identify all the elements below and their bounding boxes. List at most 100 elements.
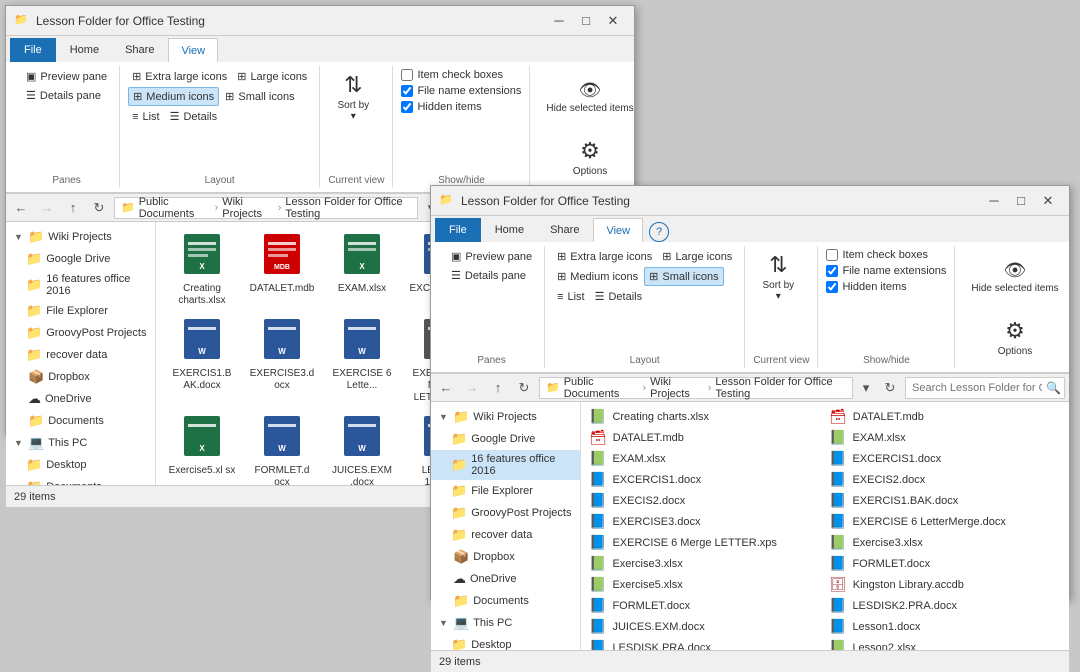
sort-by-btn-1[interactable]: ⇅ Sort by ▾	[328, 68, 378, 126]
nav-groovy-2[interactable]: 📁 GroovyPost Projects	[431, 502, 580, 524]
list-item-exercis1bak-r[interactable]: 📘 EXERCIS1.BAK.docx	[825, 490, 1065, 511]
file-exercise6[interactable]: W EXERCISE 6 Lette...	[324, 315, 400, 408]
hidden-items-checkbox-1[interactable]	[401, 101, 413, 113]
list-btn-2[interactable]: ≡ List	[553, 289, 589, 305]
list-item-exercise3xlsx[interactable]: 📗 Exercise3.xlsx	[585, 553, 825, 574]
list-item-exercise6letter-r[interactable]: 📘 EXERCISE 6 LetterMerge.docx	[825, 511, 1065, 532]
large-icons-btn-2[interactable]: ⊞ Large icons	[658, 248, 736, 265]
options-btn-2[interactable]: ⚙ Options	[963, 308, 1066, 366]
forward-btn-2[interactable]: →	[461, 377, 483, 399]
preview-pane-btn-2[interactable]: ▣ Preview pane	[447, 248, 536, 265]
item-check-boxes-2[interactable]: Item check boxes	[826, 248, 946, 262]
file-exam[interactable]: X EXAM.xlsx	[324, 230, 400, 311]
address-path-2[interactable]: 📁 Public Documents › Wiki Projects › Les…	[539, 377, 853, 399]
medium-icons-btn-2[interactable]: ⊞ Medium icons	[553, 268, 642, 285]
window1-maximize-btn[interactable]: □	[573, 8, 599, 34]
tab-view-2[interactable]: View	[593, 218, 643, 242]
nav-fileexp-1[interactable]: 📁 File Explorer	[6, 300, 155, 322]
tab-file-1[interactable]: File	[10, 38, 56, 62]
nav-gdrive-2[interactable]: 📁 Google Drive	[431, 428, 580, 450]
list-item-creating[interactable]: 📗 Creating charts.xlsx	[585, 406, 825, 427]
forward-btn-1[interactable]: →	[36, 197, 58, 219]
list-btn-1[interactable]: ≡ List	[128, 109, 164, 125]
nav-thispc-1[interactable]: ▼ 💻 This PC	[6, 432, 155, 454]
nav-desktop-1[interactable]: 📁 Desktop	[6, 454, 155, 476]
hidden-items-1[interactable]: Hidden items	[401, 100, 521, 114]
window2-maximize-btn[interactable]: □	[1008, 188, 1034, 214]
list-item-lesson1-r[interactable]: 📘 Lesson1.docx	[825, 616, 1065, 637]
details-pane-btn-1[interactable]: ☰ Details pane	[22, 87, 111, 104]
file-name-extensions-1[interactable]: File name extensions	[401, 84, 521, 98]
list-item-kingston-r[interactable]: 🗄 Kingston Library.accdb	[825, 574, 1065, 595]
file-exercise3[interactable]: W EXERCISE3.d ocx	[244, 315, 320, 408]
medium-icons-btn-1[interactable]: ⊞ Medium icons	[128, 87, 219, 106]
tab-home-2[interactable]: Home	[483, 218, 536, 242]
nav-desktop-2[interactable]: 📁 Desktop	[431, 634, 580, 650]
nav-wiki-2[interactable]: ▼ 📁 Wiki Projects	[431, 406, 580, 428]
details-pane-btn-2[interactable]: ☰ Details pane	[447, 267, 536, 284]
nav-recover-1[interactable]: 📁 recover data	[6, 344, 155, 366]
window1-close-btn[interactable]: ✕	[600, 8, 626, 34]
list-item-execis2-r[interactable]: 📘 EXECIS2.docx	[825, 469, 1065, 490]
list-item-exercise3-r[interactable]: 📗 Exercise3.xlsx	[825, 532, 1065, 553]
window2-minimize-btn[interactable]: ─	[981, 188, 1007, 214]
tab-home-1[interactable]: Home	[58, 38, 111, 62]
large-icons-btn-1[interactable]: ⊞ Large icons	[233, 68, 311, 85]
list-item-datalet[interactable]: 🗃 DATALET.mdb	[585, 427, 825, 448]
nav-docs-1[interactable]: 📁 Documents	[6, 410, 155, 432]
hidden-items-checkbox-2[interactable]	[826, 281, 838, 293]
tab-view-1[interactable]: View	[168, 38, 218, 62]
nav-dropbox-2[interactable]: 📦 Dropbox	[431, 546, 580, 568]
small-icons-btn-1[interactable]: ⊞ Small icons	[221, 88, 298, 105]
list-item-exercise3[interactable]: 📘 EXERCISE3.docx	[585, 511, 825, 532]
details-btn-2[interactable]: ☰ Details	[591, 288, 647, 305]
details-btn-1[interactable]: ☰ Details	[166, 108, 222, 125]
nav-16feat-2[interactable]: 📁 16 features office 2016	[431, 450, 580, 480]
path-refresh-btn-2[interactable]: ↻	[879, 377, 901, 399]
preview-pane-btn-1[interactable]: ▣ Preview pane	[22, 68, 111, 85]
list-item-lesson2-r[interactable]: 📗 Lesson2.xlsx	[825, 637, 1065, 650]
tab-share-2[interactable]: Share	[538, 218, 591, 242]
list-item-lesdisk2-r[interactable]: 📘 LESDISK2.PRA.docx	[825, 595, 1065, 616]
list-item-lesdisk[interactable]: 📘 LESDISK.PRA.docx	[585, 637, 825, 650]
nav-documents-1[interactable]: 📁 Documents	[6, 476, 155, 485]
sort-by-btn-2[interactable]: ⇅ Sort by ▾	[753, 248, 803, 306]
back-btn-2[interactable]: ←	[435, 377, 457, 399]
window2-close-btn[interactable]: ✕	[1035, 188, 1061, 214]
item-check-boxes-1[interactable]: Item check boxes	[401, 68, 521, 82]
file-datalet[interactable]: MDB DATALET.mdb	[244, 230, 320, 311]
file-exercis1bak[interactable]: W EXERCIS1.B AK.docx	[164, 315, 240, 408]
list-item-formlet[interactable]: 📘 FORMLET.docx	[585, 595, 825, 616]
nav-onedrive-2[interactable]: ☁ OneDrive	[431, 568, 580, 590]
file-name-ext-checkbox-2[interactable]	[826, 265, 838, 277]
refresh-btn-1[interactable]: ↻	[88, 197, 110, 219]
hidden-items-2[interactable]: Hidden items	[826, 280, 946, 294]
file-name-extensions-2[interactable]: File name extensions	[826, 264, 946, 278]
list-item-execis2[interactable]: 📘 EXECIS2.docx	[585, 490, 825, 511]
tab-file-2[interactable]: File	[435, 218, 481, 242]
tab-share-1[interactable]: Share	[113, 38, 166, 62]
nav-groovy-1[interactable]: 📁 GroovyPost Projects	[6, 322, 155, 344]
list-item-exercise5[interactable]: 📗 Exercise5.xlsx	[585, 574, 825, 595]
help-btn-2[interactable]: ?	[649, 222, 669, 242]
back-btn-1[interactable]: ←	[10, 197, 32, 219]
list-item-excercis1-r[interactable]: 📘 EXCERCIS1.docx	[825, 448, 1065, 469]
list-item-exam-r[interactable]: 📗 EXAM.xlsx	[825, 427, 1065, 448]
options-btn-1[interactable]: ⚙ Options	[538, 128, 641, 186]
list-item-juices[interactable]: 📘 JUICES.EXM.docx	[585, 616, 825, 637]
file-juices[interactable]: W JUICES.EXM .docx	[324, 412, 400, 485]
list-item-exam[interactable]: 📗 EXAM.xlsx	[585, 448, 825, 469]
list-item-excercis1[interactable]: 📘 EXCERCIS1.docx	[585, 469, 825, 490]
nav-wiki-1[interactable]: ▼ 📁 Wiki Projects	[6, 226, 155, 248]
hide-selected-btn-1[interactable]: 👁 Hide selected items	[538, 68, 641, 126]
nav-recover-2[interactable]: 📁 recover data	[431, 524, 580, 546]
up-btn-2[interactable]: ↑	[487, 377, 509, 399]
item-check-boxes-checkbox-1[interactable]	[401, 69, 413, 81]
extra-large-icons-btn-1[interactable]: ⊞ Extra large icons	[128, 68, 231, 85]
nav-fileexp-2[interactable]: 📁 File Explorer	[431, 480, 580, 502]
address-path-1[interactable]: 📁 Public Documents › Wiki Projects › Les…	[114, 197, 418, 219]
window1-minimize-btn[interactable]: ─	[546, 8, 572, 34]
nav-dropbox-1[interactable]: 📦 Dropbox	[6, 366, 155, 388]
file-name-ext-checkbox-1[interactable]	[401, 85, 413, 97]
file-exercise5[interactable]: X Exercise5.xl sx	[164, 412, 240, 485]
